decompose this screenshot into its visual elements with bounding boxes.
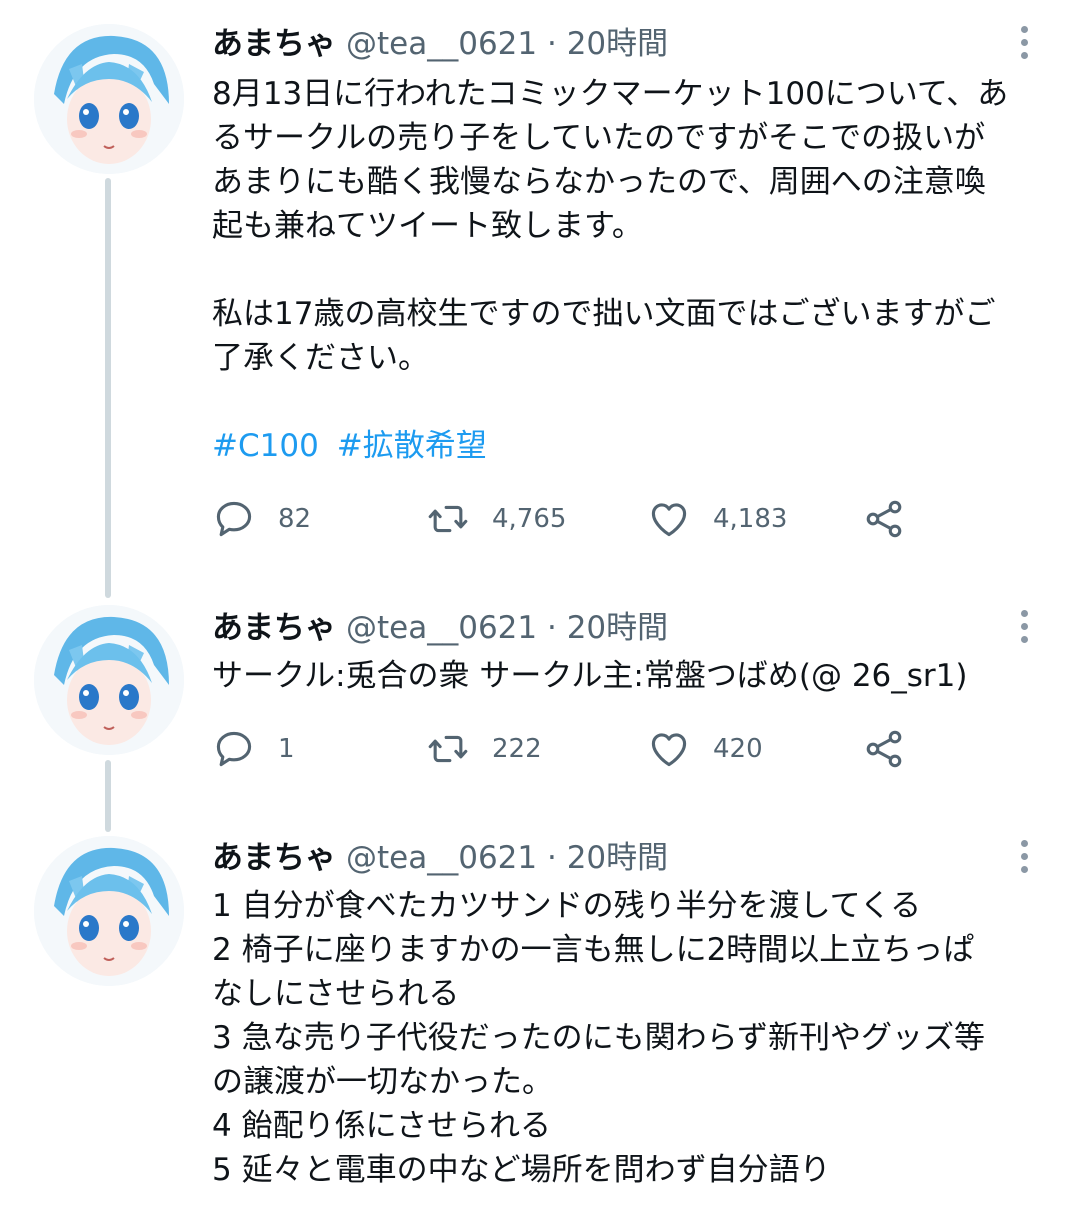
avatar[interactable] <box>34 605 184 755</box>
reply-count: 1 <box>278 734 295 764</box>
more-icon[interactable] <box>1012 836 1036 876</box>
text-line <box>212 248 1052 292</box>
tweet-text: サークル:兎合の衆 サークル主:常盤つばめ(@ 26_sr1) <box>212 654 1052 698</box>
text-line: サークル:兎合の衆 サークル主:常盤つばめ(@ 26_sr1) <box>212 658 968 694</box>
share-icon <box>866 500 902 538</box>
like-button[interactable]: 4,183 <box>647 494 787 544</box>
text-line: 了承ください。 <box>212 340 429 376</box>
tweet-header: あまちゃ @tea__0621 · 20時間 <box>212 24 668 64</box>
reply-button[interactable]: 82 <box>212 494 311 544</box>
separator-dot: · <box>546 610 557 646</box>
author-handle[interactable]: @tea__0621 <box>346 840 537 876</box>
text-line: るサークルの売り子をしていたのですがそこでの扱いが <box>212 120 986 156</box>
tweet-text: 1 自分が食べたカツサンドの残り半分を渡してくる 2 椅子に座りますかの一言も無… <box>212 884 1052 1192</box>
retweet-count: 222 <box>492 734 542 764</box>
text-line: 5 延々と電車の中など場所を問わず自分語り <box>212 1152 831 1188</box>
like-icon <box>651 733 687 767</box>
text-line: なしにさせられる <box>212 976 460 1012</box>
author-name[interactable]: あまちゃ <box>212 610 336 646</box>
hashtags: #C100 #拡散希望 <box>212 424 1052 468</box>
tweet-header: あまちゃ @tea__0621 · 20時間 <box>212 838 668 878</box>
like-count: 420 <box>713 734 763 764</box>
more-icon[interactable] <box>1012 606 1036 646</box>
retweet-count: 4,765 <box>492 504 567 534</box>
text-line: 1 自分が食べたカツサンドの残り半分を渡してくる <box>212 888 922 924</box>
text-line: 私は17歳の高校生ですので拙い文面ではございますがご <box>212 296 996 332</box>
timestamp[interactable]: 20時間 <box>567 26 668 62</box>
more-icon[interactable] <box>1012 22 1036 62</box>
reply-icon <box>216 731 252 767</box>
like-count: 4,183 <box>713 504 788 534</box>
tweet[interactable]: あまちゃ @tea__0621 · 20時間 1 自分が食べたカツサンドの残り半分… <box>0 830 1080 1221</box>
text-line: の譲渡が一切なかった。 <box>212 1064 553 1100</box>
text-line: あまりにも酷く我慢ならなかったので、周囲への注意喚 <box>212 164 986 200</box>
share-button[interactable] <box>862 724 906 774</box>
hashtag-link[interactable]: #拡散希望 <box>337 428 487 464</box>
retweet-icon <box>428 505 468 533</box>
text-line: 2 椅子に座りますかの一言も無しに2時間以上立ちっぱ <box>212 932 975 968</box>
author-name[interactable]: あまちゃ <box>212 26 336 62</box>
like-icon <box>651 503 687 537</box>
tweet[interactable]: あまちゃ @tea__0621 · 20時間 サークル:兎合の衆 サークル主:常盤… <box>0 600 1080 830</box>
share-icon <box>866 730 902 768</box>
retweet-icon <box>428 735 468 763</box>
tweet[interactable]: あまちゃ @tea__0621 · 20時間 8月13日に行われたコミックマーケッ… <box>0 0 1080 600</box>
avatar[interactable] <box>34 24 184 174</box>
like-button[interactable]: 420 <box>647 724 763 774</box>
tweet-actions: 1 222 420 <box>212 724 932 774</box>
tweet-text: 8月13日に行われたコミックマーケット100について、あ るサークルの売り子をし… <box>212 72 1052 468</box>
avatar[interactable] <box>34 836 184 986</box>
separator-dot: · <box>546 26 557 62</box>
reply-count: 82 <box>278 504 312 534</box>
text-line: 3 急な売り子代役だったのにも関わらず新刊やグッズ等 <box>212 1020 985 1056</box>
reply-icon <box>216 501 252 537</box>
text-line: 8月13日に行われたコミックマーケット100について、あ <box>212 76 1009 112</box>
author-handle[interactable]: @tea__0621 <box>346 26 537 62</box>
timestamp[interactable]: 20時間 <box>567 840 668 876</box>
tweet-actions: 82 4,765 4,183 <box>212 494 932 544</box>
timestamp[interactable]: 20時間 <box>567 610 668 646</box>
separator-dot: · <box>546 840 557 876</box>
text-line: 4 飴配り係にさせられる <box>212 1108 551 1144</box>
hashtag-link[interactable]: #C100 <box>212 428 319 464</box>
text-line: 起も兼ねてツイート致します。 <box>212 208 643 244</box>
retweet-button[interactable]: 222 <box>426 724 542 774</box>
author-name[interactable]: あまちゃ <box>212 840 336 876</box>
tweet-header: あまちゃ @tea__0621 · 20時間 <box>212 608 668 648</box>
retweet-button[interactable]: 4,765 <box>426 494 566 544</box>
reply-button[interactable]: 1 <box>212 724 295 774</box>
author-handle[interactable]: @tea__0621 <box>346 610 537 646</box>
share-button[interactable] <box>862 494 906 544</box>
